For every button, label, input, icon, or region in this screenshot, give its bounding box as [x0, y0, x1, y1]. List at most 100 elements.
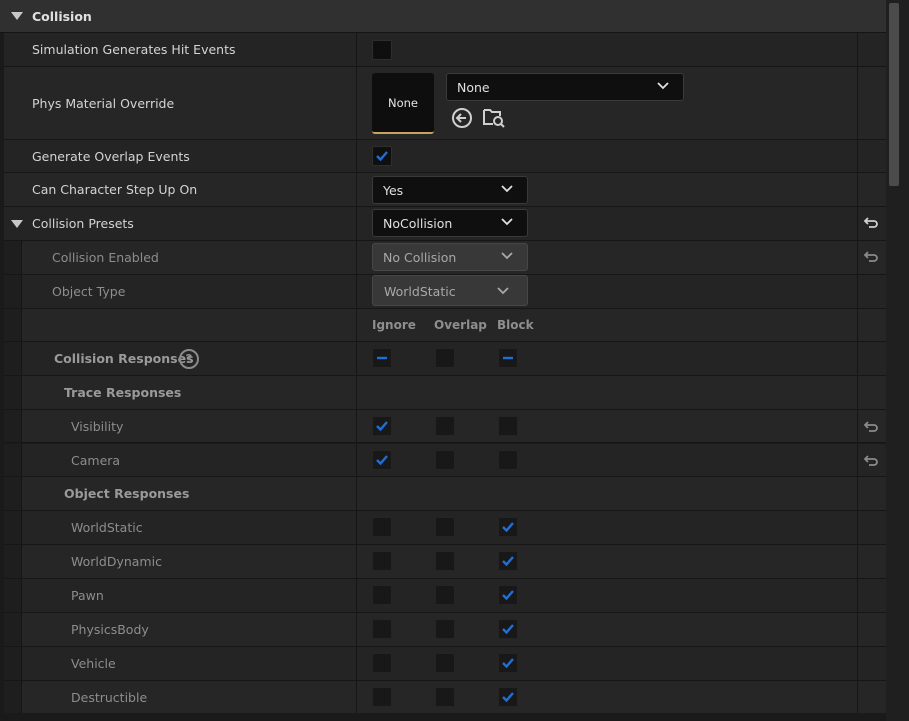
reset-to-default-icon[interactable]	[863, 215, 879, 231]
object-type-dropdown[interactable]: WorldStatic	[372, 275, 528, 306]
reset-to-default-icon[interactable]	[863, 419, 879, 435]
block-checkbox[interactable]	[498, 687, 518, 707]
row-generate-overlap: Generate Overlap Events	[4, 140, 886, 173]
phys-material-dropdown[interactable]: None	[446, 73, 684, 101]
block-checkbox[interactable]	[498, 585, 518, 605]
expand-arrow-icon[interactable]	[11, 12, 23, 20]
collision-responses-label: Collision Responses	[54, 351, 194, 366]
checkmark-icon	[376, 421, 388, 432]
responses-block-all-checkbox[interactable]	[498, 348, 518, 368]
chevron-down-icon	[501, 218, 513, 226]
response-row: Pawn	[4, 579, 886, 613]
chevron-down-icon	[497, 287, 509, 295]
collision-presets-value: NoCollision	[383, 216, 453, 231]
block-checkbox[interactable]	[498, 449, 518, 470]
row-object-type: Object Type WorldStatic	[4, 275, 886, 309]
column-block: Block	[497, 318, 534, 332]
row-step-up: Can Character Step Up On Yes	[4, 173, 886, 207]
block-checkbox[interactable]	[498, 619, 518, 639]
response-channel-label: Camera	[71, 452, 121, 468]
overlap-checkbox[interactable]	[435, 416, 455, 436]
ignore-checkbox[interactable]	[372, 619, 392, 639]
sim-hit-events-label: Simulation Generates Hit Events	[32, 42, 236, 57]
response-row: WorldDynamic	[4, 545, 886, 579]
overlap-checkbox[interactable]	[435, 687, 455, 707]
expand-arrow-icon[interactable]	[11, 220, 23, 228]
step-up-dropdown[interactable]: Yes	[372, 176, 528, 204]
overlap-checkbox[interactable]	[435, 551, 455, 571]
response-channel-label: Destructible	[71, 690, 148, 705]
block-checkbox[interactable]	[498, 416, 518, 436]
object-responses-label: Object Responses	[64, 486, 190, 501]
row-response-columns: Ignore Overlap Block	[4, 309, 886, 342]
generate-overlap-checkbox[interactable]	[372, 146, 392, 166]
responses-overlap-all-checkbox[interactable]	[435, 348, 455, 368]
checkmark-icon	[502, 590, 514, 601]
column-overlap: Overlap	[434, 318, 487, 332]
checkmark-icon	[502, 692, 514, 703]
collision-enabled-label: Collision Enabled	[52, 250, 159, 265]
object-type-value: WorldStatic	[384, 284, 456, 299]
response-channel-label: PhysicsBody	[71, 622, 149, 637]
response-row: PhysicsBody	[4, 613, 886, 647]
block-checkbox[interactable]	[498, 551, 518, 571]
row-sim-hit-events: Simulation Generates Hit Events	[4, 33, 886, 67]
block-checkbox[interactable]	[498, 517, 518, 537]
overlap-checkbox[interactable]	[435, 619, 455, 639]
response-channel-label: WorldDynamic	[71, 554, 162, 569]
chevron-down-icon	[657, 82, 669, 90]
checkmark-icon	[502, 522, 514, 533]
overlap-checkbox[interactable]	[435, 517, 455, 537]
response-channel-label: WorldStatic	[71, 520, 143, 535]
step-up-value: Yes	[383, 183, 404, 198]
checkmark-icon	[376, 454, 388, 465]
ignore-checkbox[interactable]	[372, 517, 392, 537]
ignore-checkbox[interactable]	[372, 687, 392, 707]
collision-enabled-value: No Collision	[383, 250, 457, 265]
response-row: Destructible	[4, 681, 886, 715]
help-icon[interactable]: ?	[179, 349, 199, 369]
scrollbar-thumb[interactable]	[889, 3, 899, 186]
row-phys-material: Phys Material Override None None	[4, 67, 886, 140]
row-collision-presets: Collision Presets NoCollision	[4, 207, 886, 241]
ignore-checkbox[interactable]	[372, 585, 392, 605]
response-row: Visibility	[4, 410, 886, 443]
overlap-checkbox[interactable]	[435, 449, 455, 470]
asset-thumbnail[interactable]: None	[372, 73, 434, 134]
section-title: Collision	[32, 9, 92, 24]
response-row: Camera	[4, 443, 886, 477]
row-trace-responses: Trace Responses	[4, 376, 886, 410]
reset-to-default-icon[interactable]	[863, 453, 879, 469]
chevron-down-icon	[501, 252, 513, 260]
reset-to-default-icon[interactable]	[863, 249, 879, 265]
ignore-checkbox[interactable]	[372, 551, 392, 571]
checkmark-icon	[376, 151, 388, 162]
response-row: WorldStatic	[4, 511, 886, 545]
overlap-checkbox[interactable]	[435, 653, 455, 673]
step-up-label: Can Character Step Up On	[32, 182, 198, 197]
block-checkbox[interactable]	[498, 653, 518, 673]
overlap-checkbox[interactable]	[435, 585, 455, 605]
ignore-checkbox[interactable]	[372, 416, 392, 436]
response-row: Vehicle	[4, 647, 886, 681]
chevron-down-icon	[501, 185, 513, 193]
asset-thumbnail-text: None	[387, 96, 418, 110]
sim-hit-events-checkbox[interactable]	[372, 40, 392, 60]
trace-responses-label: Trace Responses	[64, 385, 182, 400]
browse-asset-icon[interactable]	[482, 106, 506, 128]
ignore-checkbox[interactable]	[372, 653, 392, 673]
collision-presets-dropdown[interactable]: NoCollision	[372, 209, 528, 237]
collision-presets-label: Collision Presets	[32, 216, 134, 231]
phys-material-label: Phys Material Override	[32, 96, 175, 111]
indeterminate-icon	[503, 356, 513, 360]
response-channel-label: Visibility	[71, 419, 124, 434]
use-selected-icon[interactable]	[451, 107, 473, 129]
collision-enabled-dropdown[interactable]: No Collision	[372, 243, 528, 271]
response-channel-label: Vehicle	[71, 656, 116, 671]
row-object-responses: Object Responses	[4, 477, 886, 511]
responses-ignore-all-checkbox[interactable]	[372, 348, 392, 368]
collision-section-header[interactable]: Collision	[0, 0, 886, 33]
row-collision-responses: Collision Responses ?	[4, 342, 886, 376]
ignore-checkbox[interactable]	[372, 449, 392, 470]
checkmark-icon	[502, 556, 514, 567]
